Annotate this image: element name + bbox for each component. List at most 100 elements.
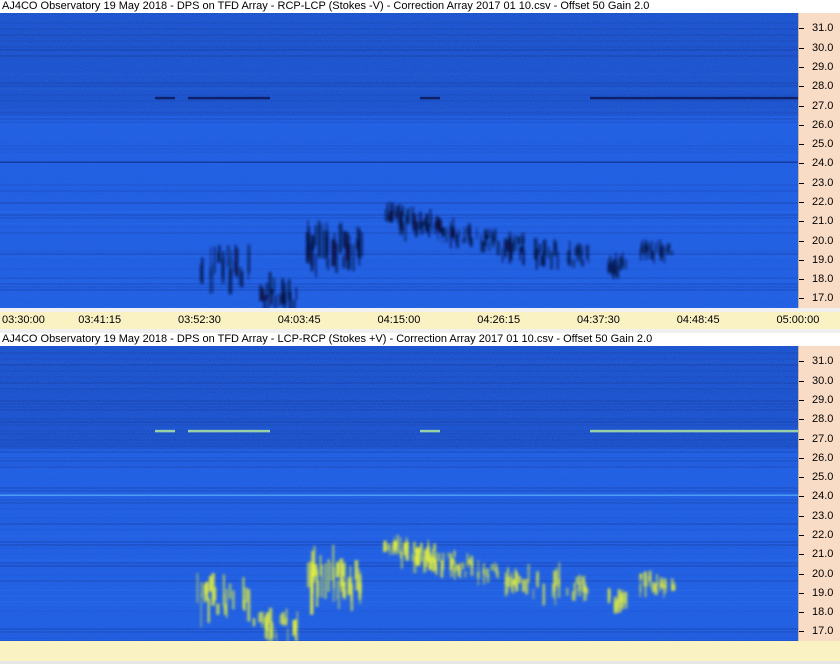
burst-streak	[287, 628, 289, 641]
y-tick-label: 30.0	[812, 41, 834, 54]
burst-streak	[547, 246, 550, 259]
burst-streak	[203, 584, 206, 603]
burst-streak	[447, 552, 449, 558]
interference-line	[155, 96, 175, 100]
burst-streak	[276, 633, 278, 641]
burst-streak	[265, 612, 270, 631]
y-tick-label: 27.0	[812, 432, 834, 445]
burst-streak	[242, 577, 245, 609]
y-tick-label: 18.0	[812, 606, 834, 619]
y-tick-label: 26.0	[812, 451, 834, 464]
burst-streak	[416, 553, 419, 564]
burst-streak	[221, 251, 225, 284]
burst-streak	[393, 536, 395, 547]
burst-streak	[487, 241, 491, 251]
y-tick	[799, 399, 804, 401]
burst-streak	[404, 222, 407, 242]
burst-streak	[663, 584, 666, 595]
burst-streak	[454, 568, 456, 580]
burst-streak	[384, 209, 388, 222]
burst-streak	[504, 581, 508, 597]
burst-streak	[439, 226, 441, 233]
burst-streak	[536, 248, 538, 259]
burst-streak	[293, 620, 297, 633]
burst-streak	[497, 571, 499, 579]
burst-streak	[322, 231, 327, 259]
burst-streak	[396, 205, 400, 219]
burst-streak	[277, 293, 281, 307]
burst-streak	[581, 258, 585, 267]
burst-streak	[640, 249, 643, 256]
burst-streak	[396, 534, 400, 548]
burst-streak	[442, 227, 445, 236]
bottom-time-axis	[0, 641, 840, 664]
burst-streak	[522, 237, 525, 244]
y-tick-label: 23.0	[812, 176, 834, 189]
burst-streak	[420, 542, 423, 562]
burst-streak	[331, 239, 335, 267]
burst-streak	[659, 581, 661, 593]
burst-streak	[555, 244, 557, 254]
top-panel-title: AJ4CO Observatory 19 May 2018 - DPS on T…	[0, 0, 840, 13]
spectrogram-noise	[0, 13, 798, 308]
burst-streak	[639, 573, 643, 579]
burst-streak	[238, 267, 242, 286]
burst-streak	[624, 258, 627, 270]
burst-streak	[339, 222, 343, 253]
burst-streak	[464, 571, 467, 578]
burst-streak	[655, 582, 657, 594]
y-tick-label: 21.0	[812, 548, 834, 561]
burst-streak	[423, 550, 425, 566]
y-tick	[799, 144, 804, 146]
burst-streak	[391, 546, 395, 555]
bottom-spectrogram-canvas	[0, 346, 798, 641]
burst-streak	[617, 589, 621, 603]
burst-streak	[230, 250, 233, 278]
interference-line	[420, 96, 440, 100]
y-tick-label: 31.0	[812, 22, 834, 35]
y-tick	[799, 28, 804, 30]
y-tick-label: 25.0	[812, 471, 834, 484]
top-spectrogram	[0, 13, 798, 308]
burst-streak	[506, 239, 509, 252]
burst-streak	[226, 245, 230, 268]
burst-streak	[507, 576, 512, 587]
burst-streak	[643, 572, 646, 587]
burst-streak	[336, 580, 338, 600]
x-tick-label: 04:48:45	[676, 314, 720, 326]
burst-streak	[402, 542, 406, 554]
y-tick-label: 20.0	[812, 567, 834, 580]
y-tick	[799, 534, 804, 536]
burst-streak	[279, 614, 283, 624]
burst-streak	[608, 587, 610, 604]
burst-streak	[490, 564, 494, 571]
y-tick	[799, 380, 804, 382]
burst-streak	[671, 586, 675, 591]
y-tick-label: 19.0	[812, 586, 834, 599]
burst-streak	[650, 251, 654, 260]
y-tick	[799, 554, 804, 556]
burst-streak	[535, 257, 538, 270]
y-tick	[799, 86, 804, 88]
y-tick-label: 27.0	[812, 99, 834, 112]
burst-streak	[470, 237, 473, 247]
burst-streak	[327, 559, 330, 592]
burst-streak	[483, 234, 487, 246]
burst-streak	[319, 555, 322, 576]
burst-streak	[337, 579, 340, 610]
burst-streak	[615, 599, 618, 613]
x-tick-label: 04:37:30	[577, 314, 620, 326]
y-tick	[799, 515, 804, 517]
burst-streak	[389, 213, 392, 223]
burst-streak	[210, 246, 212, 277]
burst-streak	[647, 248, 649, 260]
burst-streak	[542, 251, 546, 267]
bottom-panel-title: AJ4CO Observatory 19 May 2018 - DPS on T…	[0, 333, 840, 346]
burst-streak	[466, 553, 469, 568]
burst-streak	[430, 215, 433, 232]
burst-streak	[558, 569, 560, 584]
y-tick	[799, 201, 804, 203]
time-axis: 03:30:00 03:41:15 03:52:30 04:03:45 04:15:00…	[0, 312, 840, 329]
burst-streak	[660, 580, 664, 589]
burst-streak	[228, 583, 232, 599]
